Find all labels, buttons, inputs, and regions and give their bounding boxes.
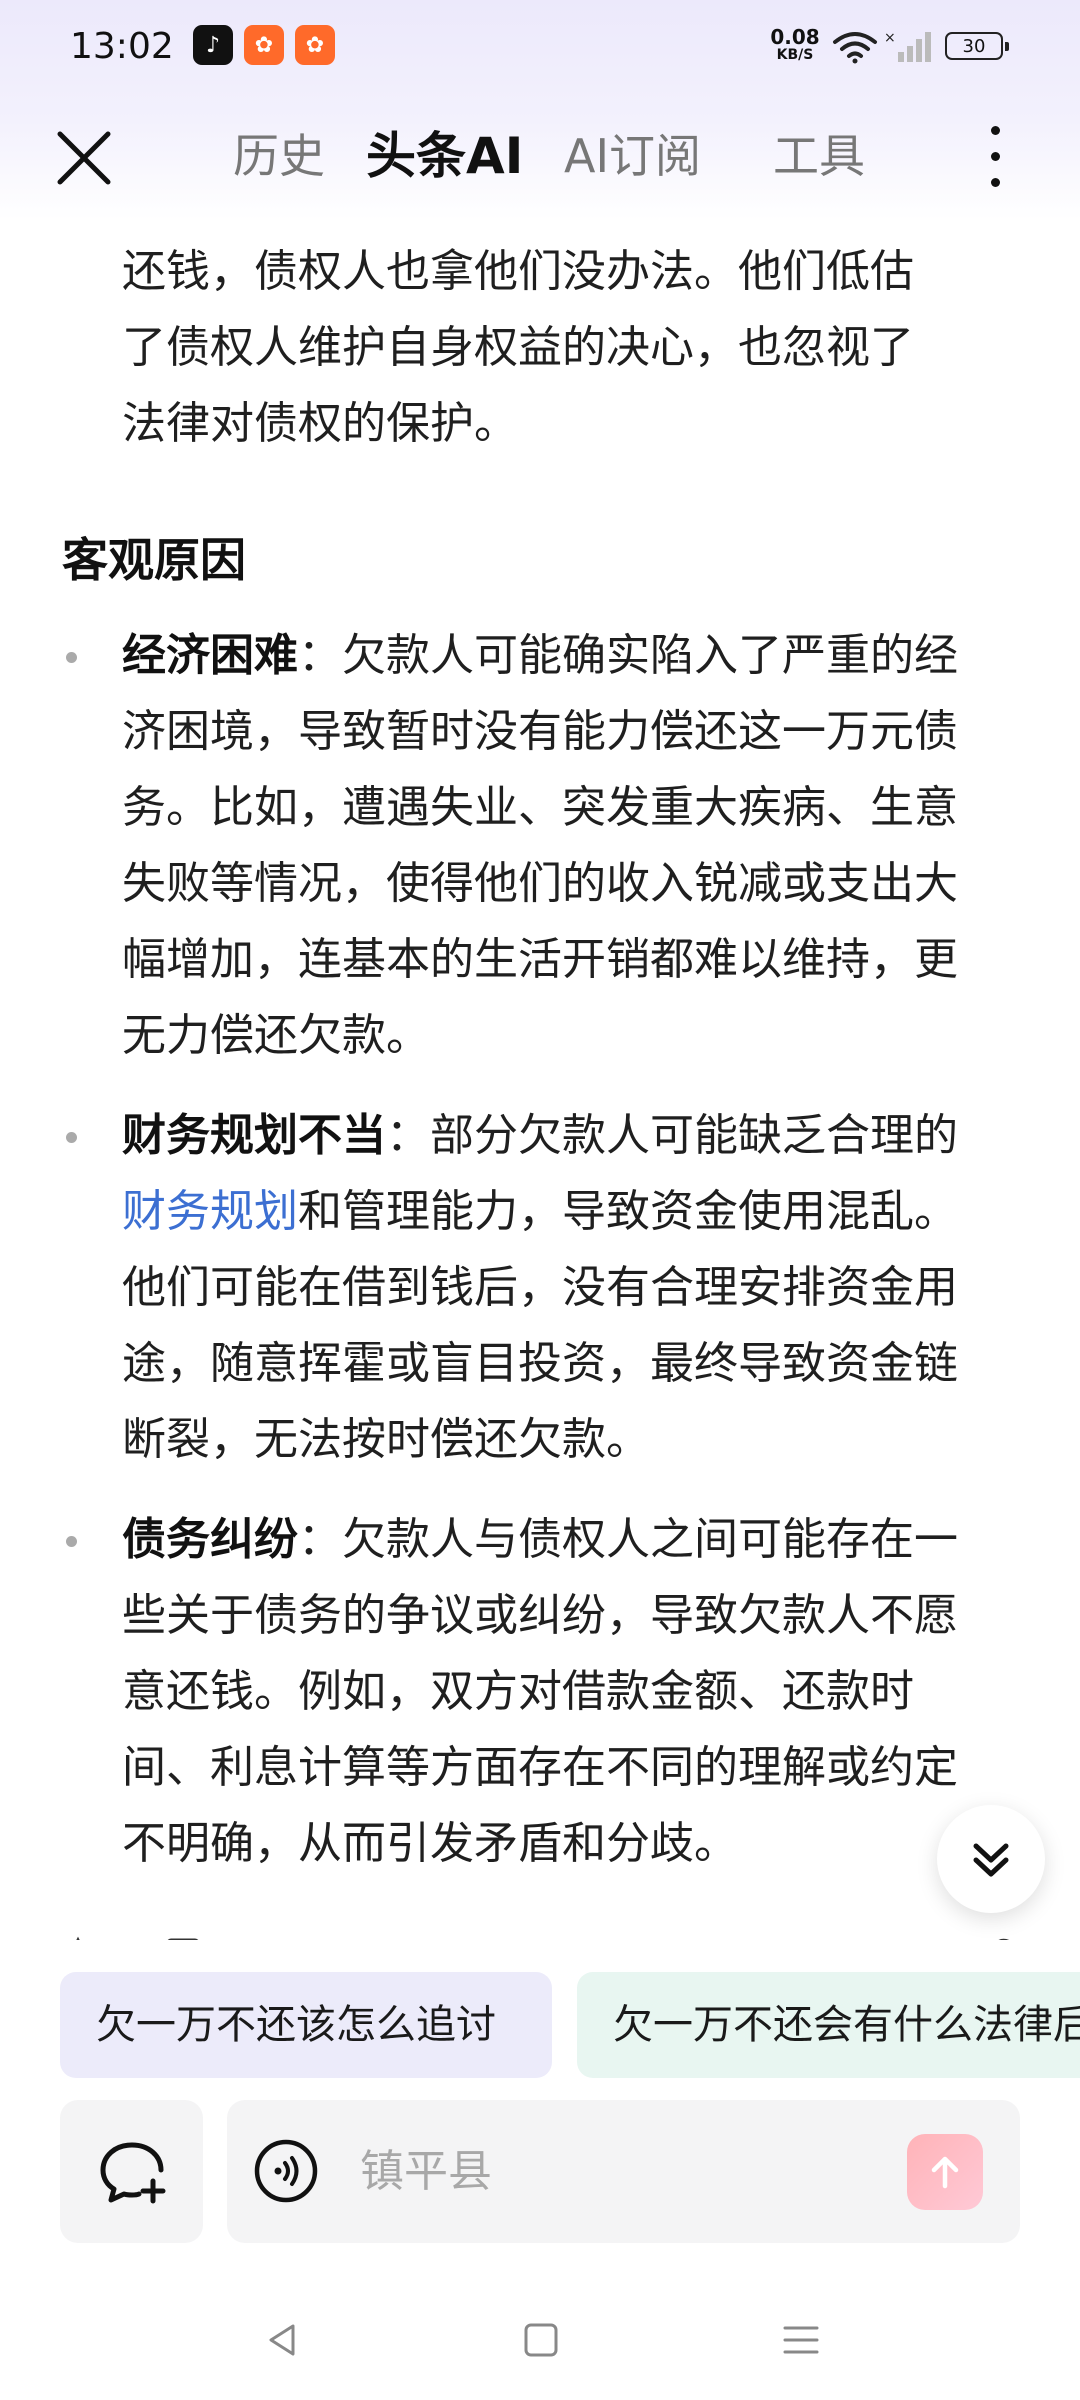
intro-paragraph: 还钱，债权人也拿他们没办法。他们低估 了债权人维护自身权益的决心，也忽视了 法律…	[122, 200, 997, 462]
double-chevron-down-icon	[973, 1843, 1009, 1877]
back-triangle-icon	[269, 2324, 295, 2356]
kuaishou-lite-app-icon: ✿	[295, 25, 335, 65]
tab-tools[interactable]: 工具	[773, 124, 865, 188]
system-back-button[interactable]	[253, 2310, 313, 2370]
bullet-dot	[66, 652, 77, 663]
new-chat-button[interactable]	[60, 2100, 203, 2243]
bullet-text: 欠款人与债权人之间可能存在一些关于债务的争议或纠纷，导致欠款人不愿意还钱。例如，…	[122, 1514, 958, 1869]
svg-text:×: ×	[884, 30, 896, 46]
voice-input-icon[interactable]	[253, 2138, 319, 2204]
status-bar: 13:02 ♪ ✿ ✿ 0.08 KB/S × 30	[0, 0, 1080, 100]
bullet-sep: ：	[298, 1514, 342, 1565]
tab-history[interactable]: 历史	[233, 124, 325, 188]
scroll-to-bottom-button[interactable]	[937, 1805, 1045, 1913]
bullet-term: 债务纠纷	[122, 1514, 298, 1565]
tab-ai-subscription[interactable]: AI订阅	[564, 124, 701, 188]
bullet-text: 部分欠款人可能缺乏合理的	[430, 1110, 958, 1161]
battery-icon: 30	[945, 32, 1009, 60]
wifi-icon	[833, 32, 877, 64]
system-menu-button[interactable]	[771, 2310, 831, 2370]
intro-line: 了债权人维护自身权益的决心，也忽视了	[122, 322, 914, 373]
bullet-dot	[66, 1536, 77, 1547]
chat-input[interactable]	[360, 2100, 880, 2243]
network-speed-value: 0.08	[770, 25, 820, 49]
tiktok-app-icon: ♪	[193, 25, 233, 65]
bullet-text: 欠款人可能确实陷入了严重的经济困境，导致暂时没有能力偿还这一万元债务。比如，遭遇…	[122, 630, 958, 1061]
battery-level: 30	[962, 35, 986, 57]
section-heading: 客观原因	[62, 533, 246, 587]
kuaishou-app-icon: ✿	[244, 25, 284, 65]
send-button[interactable]	[907, 2134, 983, 2210]
status-time: 13:02	[70, 26, 174, 67]
suggestion-chip[interactable]: 欠一万不还该怎么追讨	[60, 1972, 552, 2078]
system-home-button[interactable]	[511, 2310, 571, 2370]
answer-content[interactable]: 还钱，债权人也拿他们没办法。他们低估 了债权人维护自身权益的决心，也忽视了 法律…	[0, 200, 1080, 1940]
arrow-up-icon	[931, 2156, 959, 2189]
signal-icon: ×	[884, 30, 931, 62]
chat-input-box[interactable]	[227, 2100, 1020, 2243]
bullet-sep: ：	[386, 1110, 430, 1161]
network-speed-unit: KB/S	[776, 47, 814, 63]
home-square-icon	[524, 2323, 558, 2357]
system-navigation-bar	[0, 2290, 1080, 2400]
action-icons-row-partial	[76, 1936, 1010, 1940]
top-nav: 历史 头条AI AI订阅 工具	[0, 100, 1080, 210]
intro-line: 还钱，债权人也拿他们没办法。他们低估	[122, 246, 914, 297]
new-chat-icon	[100, 2142, 165, 2203]
network-speed: 0.08 KB/S	[770, 25, 820, 64]
tab-toutiao-ai[interactable]: 头条AI	[366, 124, 523, 188]
more-options-icon[interactable]	[975, 122, 1015, 192]
bullet-dot	[66, 1132, 77, 1143]
suggestion-chip[interactable]: 欠一万不还会有什么法律后果	[577, 1972, 1080, 2078]
bullet-term: 财务规划不当	[122, 1110, 386, 1161]
bullet-sep: ：	[298, 630, 342, 681]
menu-lines-icon	[783, 2326, 819, 2354]
financial-planning-link[interactable]: 财务规划	[122, 1186, 298, 1237]
bullet-item: 财务规划不当：部分欠款人可能缺乏合理的财务规划和管理能力，导致资金使用混乱。他们…	[66, 1098, 997, 1478]
close-icon[interactable]	[52, 126, 116, 190]
intro-line: 法律对债权的保护。	[122, 398, 518, 449]
bullet-term: 经济困难	[122, 630, 298, 681]
bullet-item: 经济困难：欠款人可能确实陷入了严重的经济困境，导致暂时没有能力偿还这一万元债务。…	[66, 618, 997, 1074]
bullet-item: 债务纠纷：欠款人与债权人之间可能存在一些关于债务的争议或纠纷，导致欠款人不愿意还…	[66, 1502, 997, 1882]
